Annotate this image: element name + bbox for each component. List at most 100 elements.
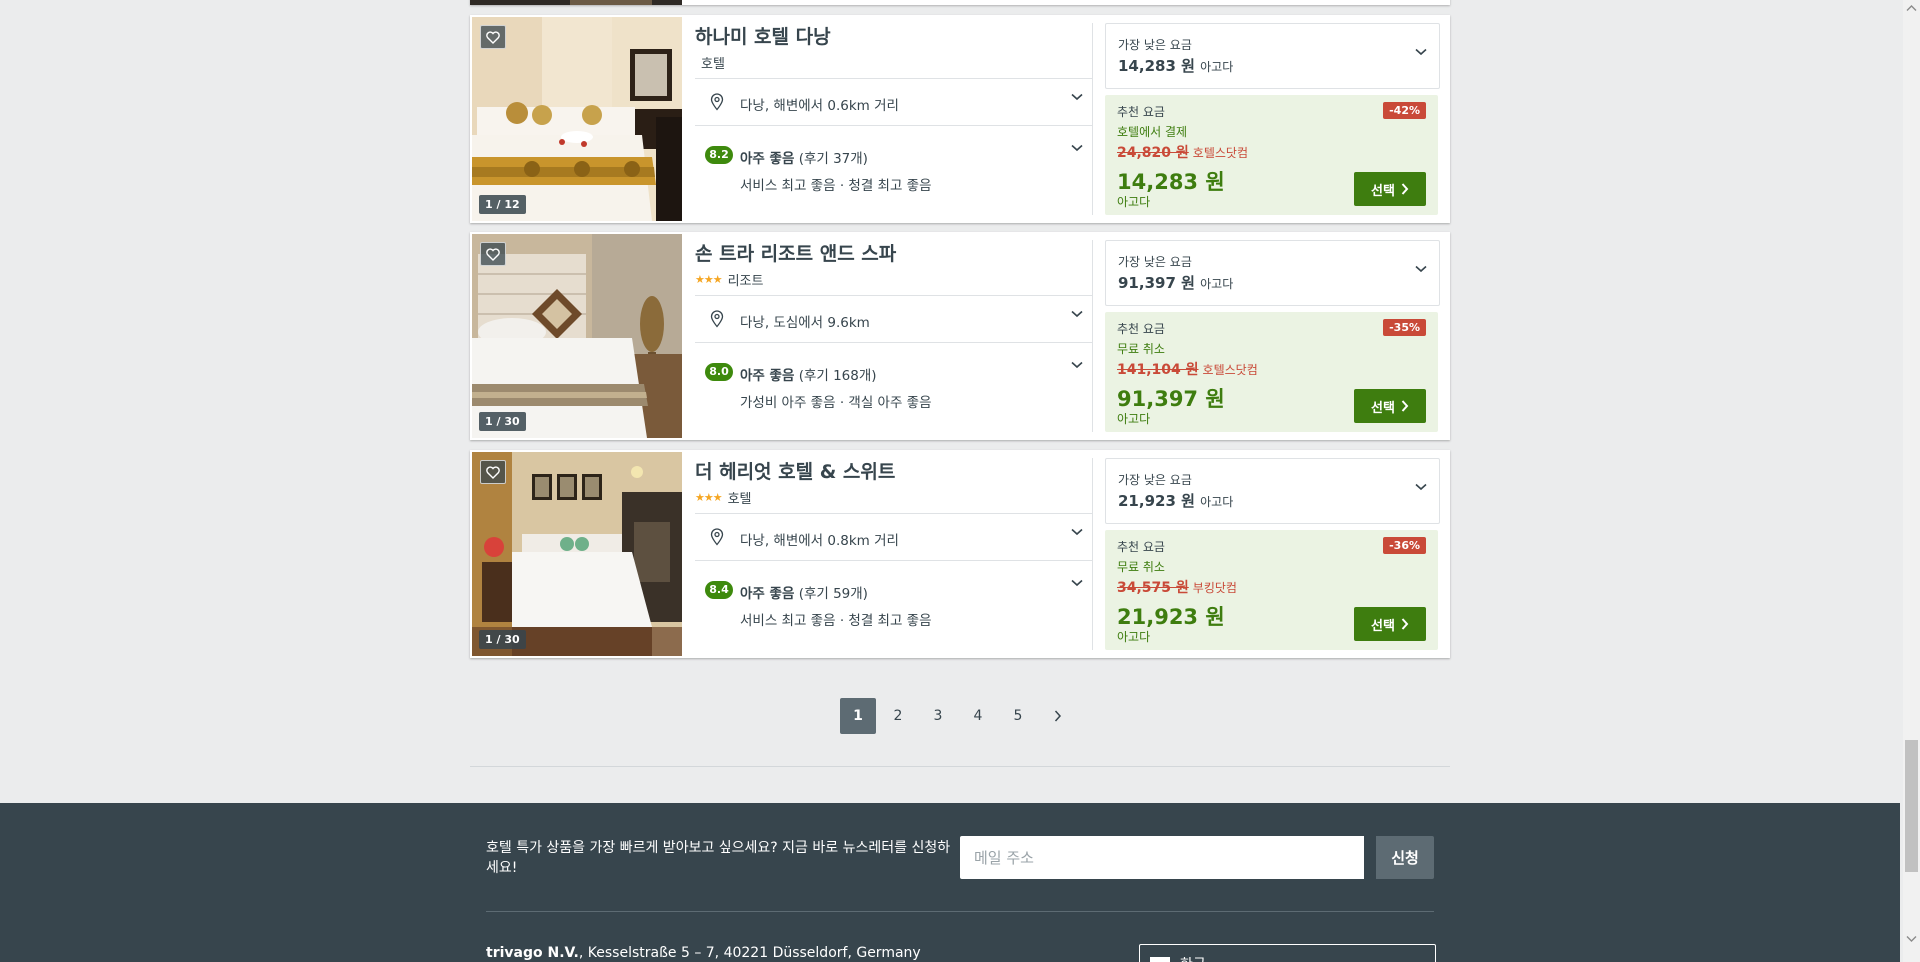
deal-label: 추천 요금 [1117,105,1165,119]
favorite-heart-icon[interactable] [480,25,506,49]
scroll-down-icon[interactable] [1906,935,1917,943]
hotel-name[interactable]: 손 트라 리조트 앤드 스파 [695,239,896,266]
deal-price: 21,923 원 [1117,605,1225,629]
chevron-right-icon [1401,618,1409,630]
original-price-site: 호텔스닷컴 [1202,363,1258,377]
discount-badge: -35% [1383,319,1426,336]
deal-site: 아고다 [1117,412,1151,426]
location-row[interactable]: 다낭, 해변에서 0.6km 거리 [695,78,1093,126]
deal-price: 91,397 원 [1117,387,1225,411]
lowest-price-label: 가장 낮은 요금 [1118,255,1192,269]
chevron-down-icon[interactable] [1071,93,1083,101]
hotel-info: 하나미 호텔 다낭 호텔 다낭, 해변에서 0.6km 거리 8.2 아주 좋음… [695,15,1100,223]
location-text: 다낭, 해변에서 0.8km 거리 [740,533,899,549]
location-text: 다낭, 해변에서 0.6km 거리 [740,98,899,114]
next-page-button[interactable] [1040,698,1076,734]
hotel-card: 1 / 12 하나미 호텔 다낭 호텔 다낭, 해변에서 0.6km 거리 8.… [470,15,1450,223]
hotel-image[interactable]: 1 / 30 [472,234,682,438]
deal-condition: 호텔에서 결제 [1117,125,1188,139]
subscribe-button[interactable]: 신청 [1376,836,1434,879]
location-row[interactable]: 다낭, 도심에서 9.6km [695,295,1093,343]
original-price: 24,820 원 [1117,145,1189,161]
chevron-down-icon[interactable] [1071,144,1083,152]
select-deal-button[interactable]: 선택 [1354,607,1426,641]
deal-label: 추천 요금 [1117,322,1165,336]
hotel-name[interactable]: 하나미 호텔 다낭 [695,22,831,49]
select-button-label: 선택 [1371,618,1395,634]
select-button-label: 선택 [1371,183,1395,199]
page-1-button[interactable]: 1 [840,698,876,734]
accommodation-type: 리조트 [727,274,764,289]
lowest-price: 14,283 원 [1118,57,1195,75]
rating-row[interactable]: 8.0 아주 좋음 (후기 168개) 가성비 아주 좋음 · 객실 아주 좋음 [695,347,1093,417]
rating-score-badge: 8.2 [705,146,733,164]
email-field[interactable] [960,836,1364,879]
original-price: 141,104 원 [1117,362,1199,378]
rating-label: 아주 좋음 [740,151,795,167]
lowest-price-label: 가장 낮은 요금 [1118,38,1192,52]
rating-detail: 서비스 최고 좋음 · 청결 최고 좋음 [740,178,932,194]
recommended-deal[interactable]: 추천 요금 -42% 호텔에서 결제 24,820 원 호텔스닷컴 14,283 … [1105,95,1438,215]
deal-site: 아고다 [1117,630,1151,644]
company-name[interactable]: trivago N.V. [486,945,579,961]
lowest-price-box[interactable]: 가장 낮은 요금 91,397 원 아고다 [1105,240,1440,306]
deal-condition: 무료 취소 [1117,342,1165,356]
pagination: 1 2 3 4 5 [840,698,1076,734]
page-5-button[interactable]: 5 [1000,698,1036,734]
accommodation-type: 호텔 [701,57,725,72]
location-pin-icon [710,93,724,111]
favorite-heart-icon[interactable] [480,242,506,266]
hotel-image[interactable]: 1 / 12 [472,17,682,221]
scroll-up-icon[interactable] [1906,4,1917,12]
chevron-down-icon[interactable] [1071,579,1083,587]
select-deal-button[interactable]: 선택 [1354,172,1426,206]
lowest-price-box[interactable]: 가장 낮은 요금 14,283 원 아고다 [1105,23,1440,89]
accommodation-type: 호텔 [727,492,752,507]
select-deal-button[interactable]: 선택 [1354,389,1426,423]
image-counter: 1 / 30 [479,412,526,431]
chevron-down-icon[interactable] [1415,483,1427,491]
chevron-down-icon[interactable] [1071,361,1083,369]
rating-row[interactable]: 8.4 아주 좋음 (후기 59개) 서비스 최고 좋음 · 청결 최고 좋음 [695,565,1093,635]
page-4-button[interactable]: 4 [960,698,996,734]
favorite-heart-icon[interactable] [480,460,506,484]
chevron-down-icon[interactable] [1415,48,1427,56]
review-count: (후기 168개) [798,368,877,384]
review-count: (후기 59개) [798,586,868,602]
scrollbar-thumb[interactable] [1905,740,1918,872]
lowest-price-box[interactable]: 가장 낮은 요금 21,923 원 아고다 [1105,458,1440,524]
recommended-deal[interactable]: 추천 요금 -35% 무료 취소 141,104 원 호텔스닷컴 91,397 원… [1105,312,1438,432]
rating-score-badge: 8.4 [705,581,733,599]
image-counter: 1 / 12 [479,195,526,214]
previous-hotel-card[interactable] [470,0,1450,5]
discount-badge: -36% [1383,537,1426,554]
page-3-button[interactable]: 3 [920,698,956,734]
hotel-info: 더 헤리엇 호텔 & 스위트 ★★★ 호텔 다낭, 해변에서 0.8km 거리 … [695,450,1100,658]
deal-condition: 무료 취소 [1117,560,1165,574]
rating-row[interactable]: 8.2 아주 좋음 (후기 37개) 서비스 최고 좋음 · 청결 최고 좋음 [695,130,1093,200]
deal-label: 추천 요금 [1117,540,1165,554]
rating-label: 아주 좋음 [740,368,795,384]
rating-detail: 서비스 최고 좋음 · 청결 최고 좋음 [740,613,932,629]
page-scrollbar[interactable] [1903,0,1920,962]
language-selector[interactable]: 한국 [1139,944,1436,962]
chevron-down-icon[interactable] [1071,310,1083,318]
results-page: 1 / 12 하나미 호텔 다낭 호텔 다낭, 해변에서 0.6km 거리 8.… [0,0,1900,962]
lowest-price-label: 가장 낮은 요금 [1118,473,1192,487]
chevron-right-icon [1401,183,1409,195]
page-2-button[interactable]: 2 [880,698,916,734]
chevron-right-icon [1054,710,1062,722]
chevron-down-icon[interactable] [1071,528,1083,536]
hotel-name[interactable]: 더 헤리엇 호텔 & 스위트 [695,457,895,484]
divider [1092,458,1093,650]
company-address: , Kesselstraße 5 – 7, 40221 Düsseldorf, … [578,945,921,961]
lowest-price: 91,397 원 [1118,274,1195,292]
location-row[interactable]: 다낭, 해변에서 0.8km 거리 [695,513,1093,561]
recommended-deal[interactable]: 추천 요금 -36% 무료 취소 34,575 원 부킹닷컴 21,923 원 아… [1105,530,1438,650]
newsletter-text: 호텔 특가 상품을 가장 빠르게 받아보고 싶으세요? 지금 바로 뉴스레터를 … [486,840,951,876]
location-text: 다낭, 도심에서 9.6km [740,315,870,331]
lowest-price-site: 아고다 [1200,277,1234,291]
hotel-image[interactable]: 1 / 30 [472,452,682,656]
chevron-down-icon[interactable] [1415,265,1427,273]
divider [1092,240,1093,432]
